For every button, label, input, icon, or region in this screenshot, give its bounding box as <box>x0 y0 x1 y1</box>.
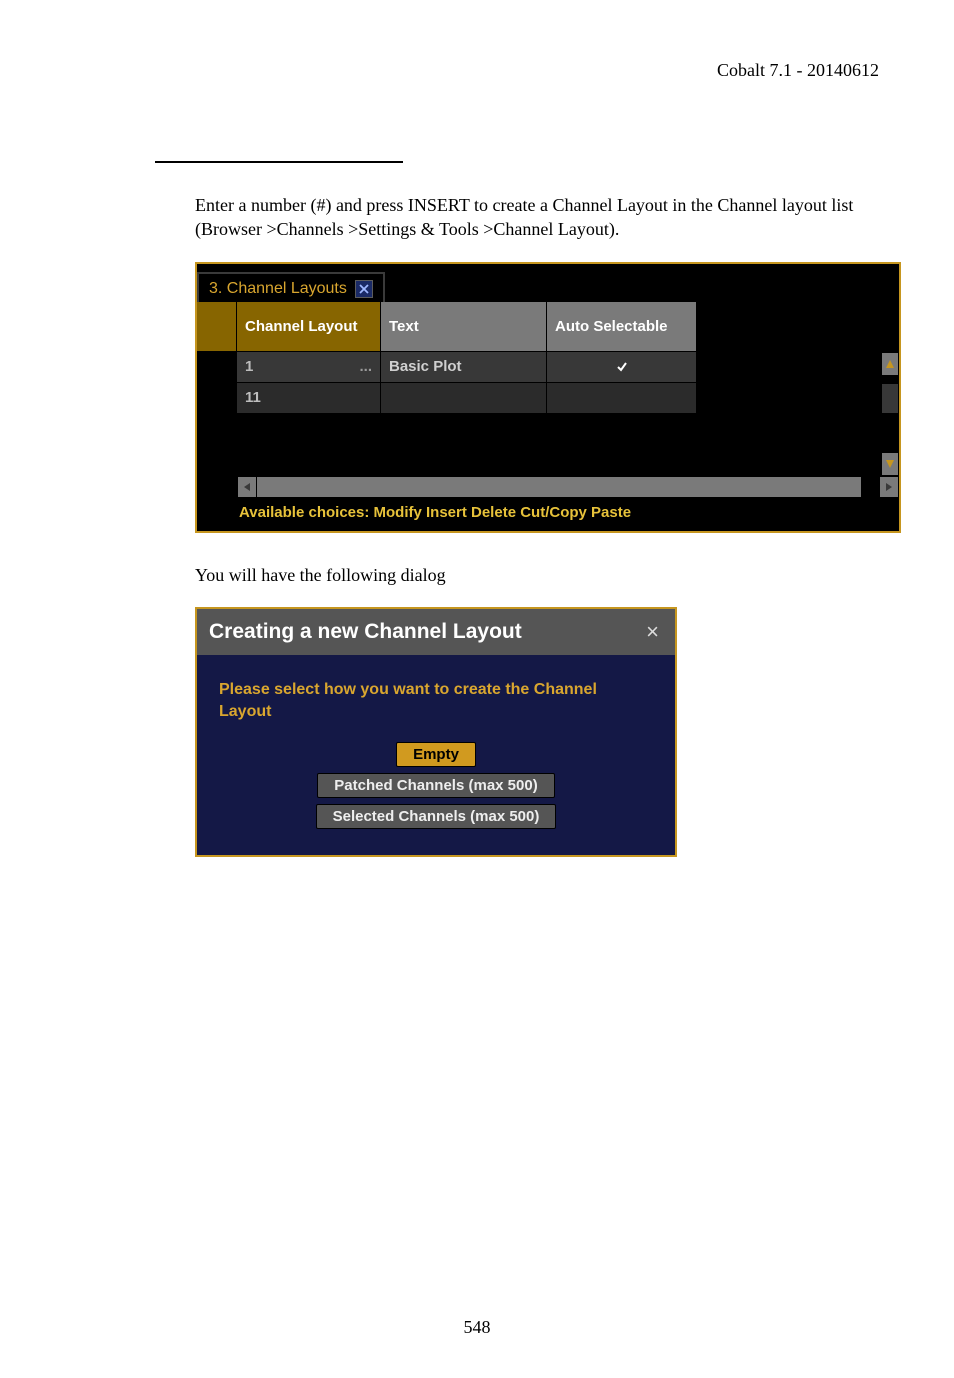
scroll-down-button[interactable] <box>881 452 899 476</box>
intro-paragraph: Enter a number (#) and press INSERT to c… <box>195 193 855 242</box>
page-number: 548 <box>75 1317 879 1338</box>
option-selected-channels-button[interactable]: Selected Channels (max 500) <box>316 804 557 829</box>
dialog-options: Empty Patched Channels (max 500) Selecte… <box>219 742 653 829</box>
table-cell-auto-selectable[interactable] <box>547 352 697 383</box>
scroll-left-button[interactable] <box>237 476 257 498</box>
mid-paragraph: You will have the following dialog <box>195 563 855 587</box>
table-header-channel-layout: Channel Layout <box>237 302 381 352</box>
dialog-prompt: Please select how you want to create the… <box>219 679 653 724</box>
row-id-value: 11 <box>245 389 261 406</box>
section-divider <box>155 161 403 163</box>
table-empty <box>381 414 547 476</box>
table-header-spacer <box>197 302 237 352</box>
table-cell-filler <box>697 383 881 413</box>
dialog-titlebar: Creating a new Channel Layout × <box>197 609 675 655</box>
row-id-value: 1 <box>245 358 253 375</box>
table-header-filler <box>697 302 881 352</box>
ellipsis-icon[interactable]: ... <box>359 358 372 375</box>
table-empty <box>197 414 237 476</box>
tab-label: 3. Channel Layouts <box>209 280 347 298</box>
table-row-gutter <box>197 383 237 413</box>
table-cell-text[interactable] <box>381 383 547 414</box>
option-patched-channels-button[interactable]: Patched Channels (max 500) <box>317 773 554 798</box>
horizontal-scrollbar <box>197 476 899 498</box>
table-cell-filler <box>697 352 881 382</box>
table-cell-text[interactable]: Basic Plot <box>381 352 547 383</box>
channel-layouts-window: 3. Channel Layouts Channel Layout Text A… <box>195 262 901 533</box>
window-tabbar: 3. Channel Layouts <box>197 264 899 302</box>
available-choices-hint: Available choices: Modify Insert Delete … <box>197 498 899 531</box>
table-header-auto-selectable: Auto Selectable <box>547 302 697 352</box>
create-channel-layout-dialog: Creating a new Channel Layout × Please s… <box>195 607 677 857</box>
option-empty-button[interactable]: Empty <box>396 742 476 767</box>
table-row-gutter <box>197 352 237 382</box>
close-icon[interactable]: × <box>642 619 663 645</box>
table-empty <box>547 414 697 476</box>
table-cell-id[interactable]: 1 ... <box>237 352 381 383</box>
tab-channel-layouts[interactable]: 3. Channel Layouts <box>197 272 385 302</box>
table-empty <box>697 414 881 476</box>
table-cell-id[interactable]: 11 <box>237 383 381 414</box>
table-header-text: Text <box>381 302 547 352</box>
scroll-right-button[interactable] <box>879 476 899 498</box>
channel-layouts-table: Channel Layout Text Auto Selectable 1 ..… <box>197 302 899 476</box>
table-cell-auto-selectable[interactable] <box>547 383 697 414</box>
table-empty <box>237 414 381 476</box>
scroll-up-button[interactable] <box>881 352 899 376</box>
dialog-title: Creating a new Channel Layout <box>209 620 522 644</box>
check-icon <box>616 361 628 373</box>
close-icon[interactable] <box>355 280 373 298</box>
table-header-scrollcol <box>881 302 899 352</box>
doc-header-version: Cobalt 7.1 - 20140612 <box>75 60 879 81</box>
h-scroll-track[interactable] <box>257 476 861 498</box>
scroll-track[interactable] <box>881 383 899 414</box>
